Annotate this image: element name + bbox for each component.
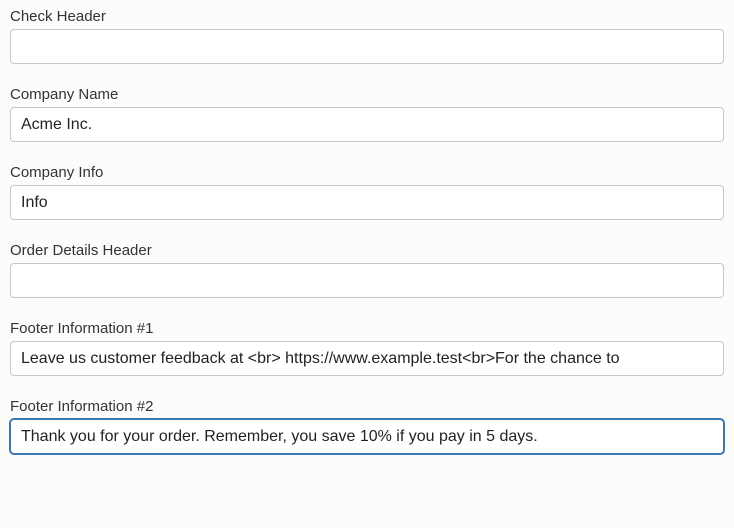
footer-info-2-input[interactable] — [10, 419, 724, 454]
field-footer-info-2: Footer Information #2 — [10, 398, 724, 454]
footer-info-1-input[interactable] — [10, 341, 724, 376]
company-name-input[interactable] — [10, 107, 724, 142]
order-details-header-label: Order Details Header — [10, 242, 724, 259]
check-header-label: Check Header — [10, 8, 724, 25]
check-header-input[interactable] — [10, 29, 724, 64]
company-info-input[interactable] — [10, 185, 724, 220]
field-footer-info-1: Footer Information #1 — [10, 320, 724, 376]
field-check-header: Check Header — [10, 8, 724, 64]
company-info-label: Company Info — [10, 164, 724, 181]
company-name-label: Company Name — [10, 86, 724, 103]
order-details-header-input[interactable] — [10, 263, 724, 298]
field-order-details-header: Order Details Header — [10, 242, 724, 298]
footer-info-2-label: Footer Information #2 — [10, 398, 724, 415]
field-company-info: Company Info — [10, 164, 724, 220]
footer-info-1-label: Footer Information #1 — [10, 320, 724, 337]
field-company-name: Company Name — [10, 86, 724, 142]
